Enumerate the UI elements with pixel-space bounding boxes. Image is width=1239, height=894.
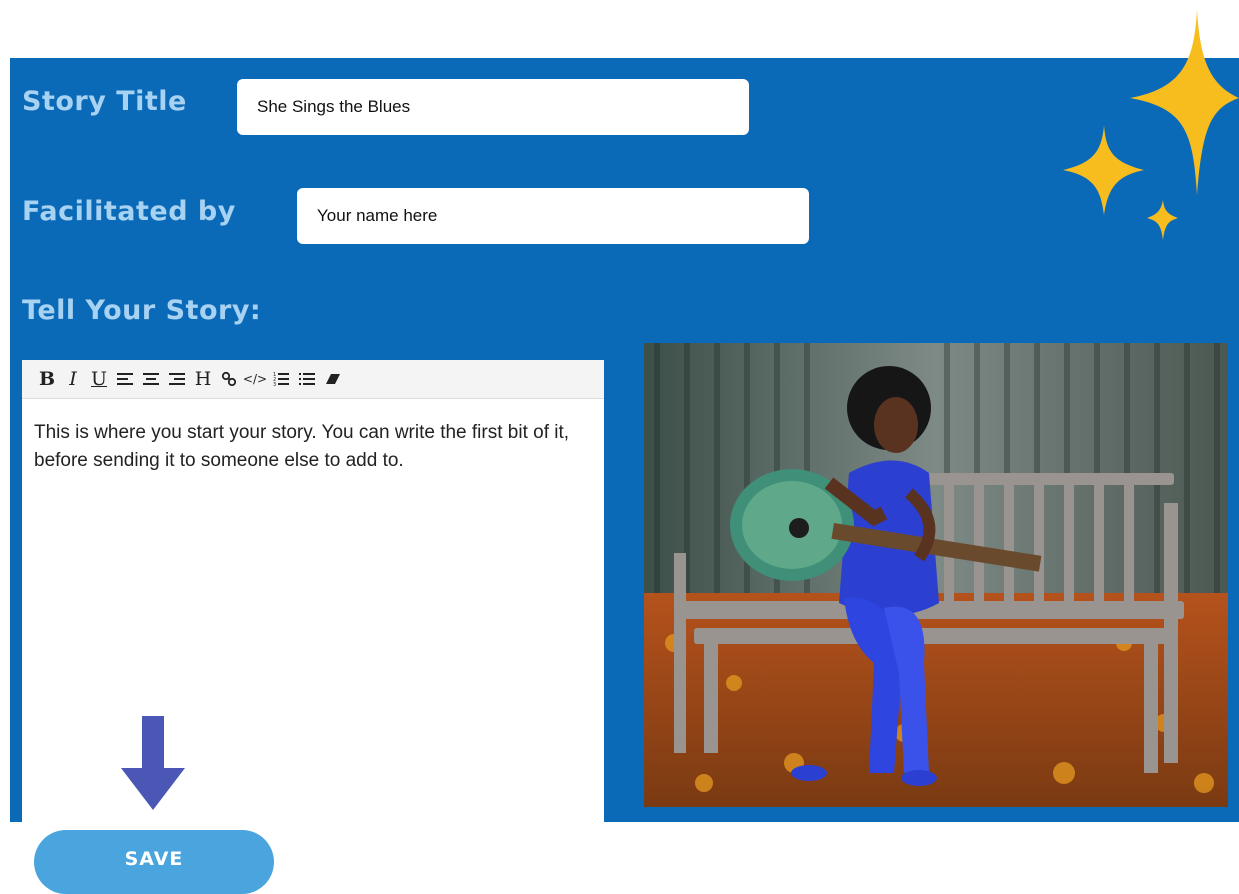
- sparkles-icon: [1063, 10, 1239, 240]
- editor-toolbar: B I U H </> 123: [22, 360, 604, 399]
- story-title-input[interactable]: [237, 79, 749, 135]
- italic-icon[interactable]: I: [60, 364, 86, 394]
- save-button[interactable]: SAVE: [34, 830, 274, 894]
- align-right-icon[interactable]: [164, 364, 190, 394]
- eraser-icon[interactable]: [320, 364, 346, 394]
- link-icon[interactable]: [216, 364, 242, 394]
- facilitator-name-input[interactable]: [297, 188, 809, 244]
- story-title-label: Story Title: [22, 86, 187, 117]
- code-icon[interactable]: </>: [242, 364, 268, 394]
- ordered-list-icon[interactable]: 123: [268, 364, 294, 394]
- facilitated-by-label: Facilitated by: [22, 196, 236, 227]
- story-text[interactable]: This is where you start your story. You …: [22, 399, 604, 474]
- unordered-list-icon[interactable]: [294, 364, 320, 394]
- arrow-down-icon: [121, 716, 185, 810]
- heading-icon[interactable]: H: [190, 364, 216, 394]
- story-photo: [644, 343, 1228, 807]
- tell-your-story-label: Tell Your Story:: [22, 295, 262, 326]
- align-center-icon[interactable]: [138, 364, 164, 394]
- underline-icon[interactable]: U: [86, 364, 112, 394]
- rich-text-editor[interactable]: B I U H </> 123 This is where you start …: [22, 360, 604, 822]
- align-left-icon[interactable]: [112, 364, 138, 394]
- svg-text:3: 3: [273, 382, 276, 387]
- bold-icon[interactable]: B: [34, 364, 60, 394]
